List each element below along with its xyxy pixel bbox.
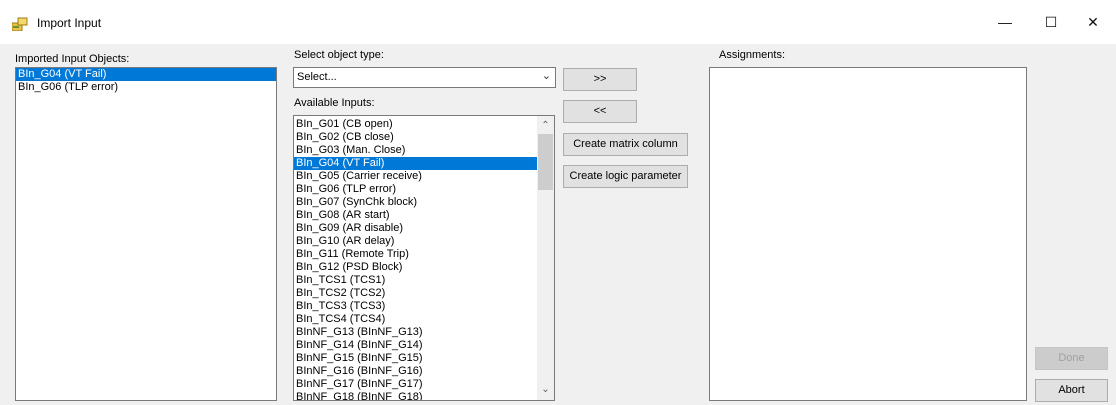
create-matrix-column-button[interactable]: Create matrix column [563, 133, 688, 156]
list-item[interactable]: BIn_G12 (PSD Block) [294, 261, 537, 274]
list-item[interactable]: BIn_G01 (CB open) [294, 118, 537, 131]
remove-button[interactable]: << [563, 100, 637, 123]
assignments-label: Assignments: [719, 49, 786, 61]
list-item[interactable]: BIn_G07 (SynChk block) [294, 196, 537, 209]
abort-button[interactable]: Abort [1035, 379, 1108, 402]
add-button[interactable]: >> [563, 68, 637, 91]
chevron-down-icon: ⌄ [541, 70, 551, 82]
close-icon: ✕ [1087, 14, 1099, 30]
list-item[interactable]: BIn_G03 (Man. Close) [294, 144, 537, 157]
list-item[interactable]: BInNF_G15 (BInNF_G15) [294, 352, 537, 365]
available-inputs-items: BIn_G01 (CB open) BIn_G02 (CB close) BIn_G… [294, 118, 537, 400]
list-item[interactable]: BInNF_G18 (BInNF_G18) [294, 391, 537, 400]
available-inputs-list[interactable]: BIn_G01 (CB open) BIn_G02 (CB close) BIn_G… [293, 115, 555, 401]
title-bar: Import Input — ☐ ✕ [0, 0, 1116, 44]
minimize-icon: — [998, 14, 1012, 30]
imported-objects-list[interactable]: BIn_G04 (VT Fail) BIn_G06 (TLP error) [15, 67, 277, 401]
maximize-button[interactable]: ☐ [1028, 0, 1074, 44]
available-scrollbar[interactable]: ⌃ ⌄ [537, 116, 554, 400]
list-item[interactable]: BIn_G10 (AR delay) [294, 235, 537, 248]
list-item[interactable]: BIn_G02 (CB close) [294, 131, 537, 144]
scroll-down-icon[interactable]: ⌄ [537, 382, 554, 398]
list-item[interactable]: BIn_G11 (Remote Trip) [294, 248, 537, 261]
list-item[interactable]: BIn_G06 (TLP error) [294, 183, 537, 196]
list-item[interactable]: BIn_G04 (VT Fail) [294, 157, 537, 170]
done-button[interactable]: Done [1035, 347, 1108, 370]
list-item[interactable]: BInNF_G13 (BInNF_G13) [294, 326, 537, 339]
list-item[interactable]: BIn_G05 (Carrier receive) [294, 170, 537, 183]
list-item[interactable]: BIn_TCS1 (TCS1) [294, 274, 537, 287]
list-item[interactable]: BIn_G08 (AR start) [294, 209, 537, 222]
maximize-icon: ☐ [1044, 14, 1058, 30]
list-item[interactable]: BIn_G09 (AR disable) [294, 222, 537, 235]
list-item[interactable]: BIn_TCS4 (TCS4) [294, 313, 537, 326]
list-item[interactable]: BInNF_G14 (BInNF_G14) [294, 339, 537, 352]
object-type-label: Select object type: [294, 49, 384, 61]
assignments-list[interactable] [709, 67, 1027, 401]
scroll-thumb[interactable] [538, 134, 553, 190]
imported-objects-label: Imported Input Objects: [15, 53, 130, 65]
close-button[interactable]: ✕ [1070, 0, 1116, 44]
minimize-button[interactable]: — [982, 0, 1028, 44]
list-item[interactable]: BInNF_G17 (BInNF_G17) [294, 378, 537, 391]
list-item[interactable]: BIn_TCS2 (TCS2) [294, 287, 537, 300]
list-item[interactable]: BInNF_G16 (BInNF_G16) [294, 365, 537, 378]
create-logic-parameter-button[interactable]: Create logic parameter [563, 165, 688, 188]
import-input-app-icon [12, 17, 28, 31]
available-inputs-label: Available Inputs: [294, 97, 375, 109]
scroll-up-icon[interactable]: ⌃ [537, 118, 554, 134]
list-item[interactable]: BIn_G06 (TLP error) [16, 81, 276, 94]
object-type-select[interactable]: Select... ⌄ [293, 67, 556, 88]
window-title: Import Input [37, 16, 102, 30]
object-type-value: Select... [297, 71, 337, 83]
list-item[interactable]: BIn_TCS3 (TCS3) [294, 300, 537, 313]
list-item[interactable]: BIn_G04 (VT Fail) [16, 68, 276, 81]
